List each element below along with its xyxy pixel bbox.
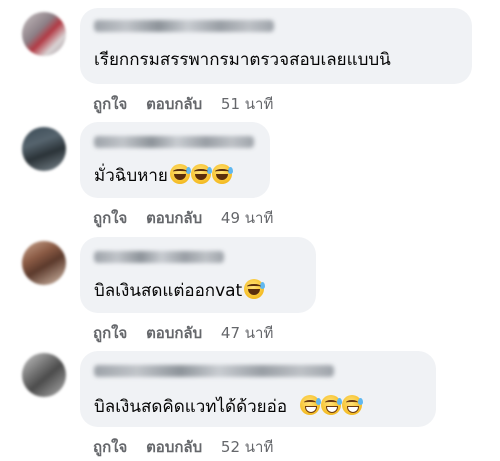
reply-button[interactable]: ตอบกลับ xyxy=(146,94,202,114)
comment-bubble: บิลเงินสดแต่ออกvat xyxy=(80,237,316,313)
comment-text: บิลเงินสดแต่ออกvat xyxy=(94,279,266,303)
comment-text-body: มั่วฉิบหาย xyxy=(94,166,168,186)
emoji-group xyxy=(300,395,364,415)
emoji-group xyxy=(244,279,266,299)
comment-text-body: บิลเงินสดแต่ออกvat xyxy=(94,281,243,301)
rofl-emoji xyxy=(211,164,233,184)
comment-actions: ถูกใจ ตอบกลับ 49 นาที xyxy=(93,208,273,228)
comment-text: มั่วฉิบหาย xyxy=(94,164,233,188)
avatar[interactable] xyxy=(22,353,66,397)
comment: เรียกกรมสรรพากรมาตรวจสอบเลยแบบนิ ถูกใจ ต… xyxy=(0,0,500,118)
reply-button[interactable]: ตอบกลับ xyxy=(146,208,202,228)
like-button[interactable]: ถูกใจ xyxy=(93,208,127,228)
like-button[interactable]: ถูกใจ xyxy=(93,323,127,343)
comment: บิลเงินสดคิดแวทได้ด้วยอ่อ ถูกใจ ตอบกลับ … xyxy=(0,347,500,461)
commenter-name-redacted[interactable] xyxy=(94,251,224,263)
grinning-sweat-emoji xyxy=(321,395,343,415)
comment-text: เรียกกรมสรรพากรมาตรวจสอบเลยแบบนิ xyxy=(94,50,391,70)
rofl-emoji xyxy=(190,164,212,184)
avatar[interactable] xyxy=(22,12,66,56)
reply-button[interactable]: ตอบกลับ xyxy=(146,323,202,343)
comment-bubble: เรียกกรมสรรพากรมาตรวจสอบเลยแบบนิ xyxy=(80,8,472,84)
avatar[interactable] xyxy=(22,127,66,171)
comment-actions: ถูกใจ ตอบกลับ 51 นาที xyxy=(93,94,273,114)
comment-text-body: บิลเงินสดคิดแวทได้ด้วยอ่อ xyxy=(94,397,288,417)
avatar[interactable] xyxy=(22,241,66,285)
emoji-group xyxy=(169,164,233,184)
rofl-emoji xyxy=(244,279,266,299)
comment-bubble: บิลเงินสดคิดแวทได้ด้วยอ่อ xyxy=(80,351,436,427)
comment: มั่วฉิบหาย ถูกใจ ตอบกลับ 49 นาที xyxy=(0,118,500,233)
comment-text: บิลเงินสดคิดแวทได้ด้วยอ่อ xyxy=(94,395,364,419)
comment-timestamp[interactable]: 49 นาที xyxy=(221,208,273,228)
comment: บิลเงินสดแต่ออกvat ถูกใจ ตอบกลับ 47 นาที xyxy=(0,233,500,347)
commenter-name-redacted[interactable] xyxy=(94,365,334,377)
comment-timestamp[interactable]: 51 นาที xyxy=(221,94,273,114)
commenter-name-redacted[interactable] xyxy=(94,20,274,32)
grinning-sweat-emoji xyxy=(300,395,322,415)
comment-timestamp[interactable]: 52 นาที xyxy=(221,437,273,457)
reply-button[interactable]: ตอบกลับ xyxy=(146,437,202,457)
comment-actions: ถูกใจ ตอบกลับ 52 นาที xyxy=(93,437,273,457)
commenter-name-redacted[interactable] xyxy=(94,136,254,148)
comment-timestamp[interactable]: 47 นาที xyxy=(221,323,273,343)
rofl-emoji xyxy=(169,164,191,184)
comment-actions: ถูกใจ ตอบกลับ 47 นาที xyxy=(93,323,273,343)
grinning-sweat-emoji xyxy=(342,395,364,415)
comment-bubble: มั่วฉิบหาย xyxy=(80,122,270,198)
like-button[interactable]: ถูกใจ xyxy=(93,94,127,114)
like-button[interactable]: ถูกใจ xyxy=(93,437,127,457)
